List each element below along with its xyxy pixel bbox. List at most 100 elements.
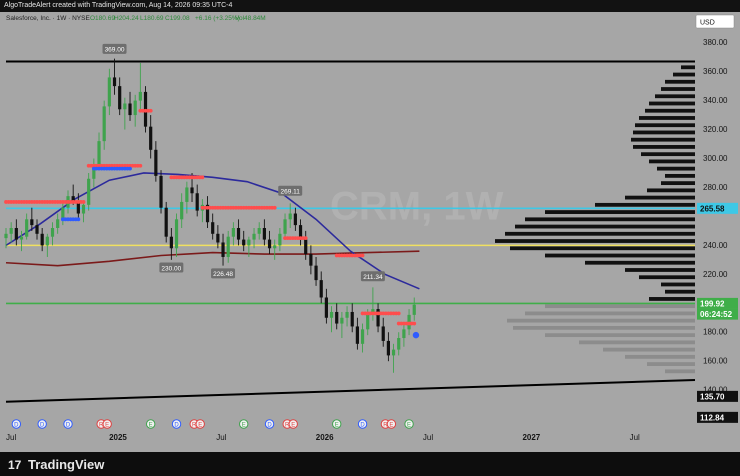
candle-body bbox=[50, 228, 55, 237]
signal-dot-blue bbox=[76, 217, 81, 222]
candle-body bbox=[319, 280, 323, 298]
candle bbox=[164, 201, 168, 243]
price-callout: 230.00 bbox=[159, 262, 184, 273]
candle-body bbox=[366, 314, 370, 330]
event-letter: D bbox=[174, 423, 179, 429]
candle-body bbox=[56, 219, 60, 228]
price-callout: 269.11 bbox=[278, 185, 303, 196]
x-tick-label: 2027 bbox=[522, 433, 540, 442]
candle-body bbox=[236, 228, 241, 240]
volume-readout: Vol48.84M bbox=[235, 15, 266, 22]
event-icon[interactable]: RE bbox=[96, 419, 112, 429]
volume-profile-bar bbox=[649, 159, 695, 164]
volume-profile-bar bbox=[635, 123, 695, 128]
candle-body bbox=[345, 311, 349, 318]
event-icon[interactable]: D bbox=[264, 419, 275, 429]
volume-profile-bar bbox=[639, 275, 695, 280]
candle-body bbox=[102, 106, 106, 142]
candle-body bbox=[304, 239, 308, 255]
chart-svg[interactable]: 380.00 360.00 340.00 320.00 300.00 280.00 240.… bbox=[0, 12, 740, 452]
event-icon[interactable]: E bbox=[404, 419, 414, 429]
candle-body bbox=[30, 219, 34, 226]
candle-body bbox=[81, 204, 86, 214]
volume-profile-bar bbox=[625, 195, 695, 200]
axis-price-label: 199.92 bbox=[697, 297, 738, 309]
time-axis-bg[interactable] bbox=[0, 428, 695, 452]
candle-body bbox=[355, 326, 359, 344]
tradingview-brand: TradingView bbox=[28, 457, 105, 472]
event-letter: E bbox=[335, 423, 339, 429]
y-tick-label: 380.00 bbox=[703, 38, 728, 47]
event-icon[interactable]: RE bbox=[380, 419, 397, 429]
volume-profile-bar bbox=[665, 369, 695, 374]
ohlc-open: O180.69 bbox=[90, 15, 115, 22]
price-callout: 226.48 bbox=[211, 268, 236, 279]
candle-body bbox=[324, 297, 328, 318]
volume-profile-bar bbox=[545, 304, 695, 309]
y-tick-label: 300.00 bbox=[703, 154, 728, 163]
x-tick-label: Jul bbox=[630, 433, 640, 442]
candle-body bbox=[107, 77, 111, 107]
volume-profile-bar bbox=[625, 354, 695, 359]
volume-profile-bar bbox=[661, 87, 695, 91]
candle-body bbox=[288, 213, 292, 220]
event-letter: D bbox=[14, 423, 19, 429]
volume-profile-bar bbox=[633, 145, 695, 149]
time-axis: Jul 2025 Jul 2026 Jul 2027 Jul bbox=[0, 428, 695, 452]
volume-profile-bar bbox=[603, 347, 695, 352]
price-callout-text: 211.34 bbox=[363, 274, 383, 281]
candle-body bbox=[128, 103, 132, 116]
candle-body bbox=[19, 236, 24, 240]
axis-price-label: 135.70 bbox=[697, 390, 738, 402]
candle-body bbox=[9, 228, 13, 234]
candle-body bbox=[350, 311, 354, 327]
y-tick-label: 220.00 bbox=[703, 270, 728, 279]
volume-profile-bar bbox=[649, 297, 695, 301]
event-letter: D bbox=[360, 423, 365, 429]
y-tick-label: 320.00 bbox=[703, 125, 728, 134]
tradingview-logo-icon: 17 bbox=[8, 458, 22, 472]
event-letter: D bbox=[66, 423, 71, 429]
candle-body bbox=[25, 219, 29, 237]
volume-profile-bar bbox=[639, 116, 695, 120]
event-icon[interactable]: E bbox=[239, 419, 249, 429]
price-chart[interactable]: 380.00 360.00 340.00 320.00 300.00 280.00 240.… bbox=[0, 12, 740, 452]
event-icon[interactable]: D bbox=[171, 419, 182, 429]
event-icon[interactable]: D bbox=[357, 419, 368, 429]
candle-body bbox=[211, 222, 215, 234]
event-letter: E bbox=[407, 423, 411, 429]
candle-body bbox=[397, 338, 401, 350]
volume-profile-bar bbox=[545, 210, 695, 214]
event-icon[interactable]: D bbox=[11, 419, 22, 429]
currency-label[interactable]: USD bbox=[700, 20, 715, 27]
currency-button[interactable]: USD bbox=[695, 14, 735, 29]
event-icon[interactable]: RE bbox=[282, 419, 298, 429]
candle-body bbox=[293, 213, 297, 226]
candle-body bbox=[252, 233, 256, 240]
volume-profile-bar bbox=[631, 137, 695, 142]
volume-profile-bar bbox=[661, 181, 695, 186]
volume-profile-bar bbox=[655, 94, 695, 99]
volume-profile-bar bbox=[633, 130, 695, 135]
event-icon[interactable]: E bbox=[145, 419, 156, 429]
candle-body bbox=[340, 317, 344, 324]
signal-dot-red bbox=[396, 311, 401, 316]
y-tick-label: 240.00 bbox=[703, 241, 728, 250]
y-tick-label: 360.00 bbox=[703, 67, 728, 76]
signal-dot-red bbox=[200, 175, 205, 180]
event-icon[interactable]: D bbox=[37, 419, 47, 429]
volume-profile-bar bbox=[505, 231, 695, 236]
event-icon[interactable]: E bbox=[332, 419, 342, 429]
candle-body bbox=[309, 254, 313, 266]
candle-body bbox=[221, 242, 225, 257]
event-icon[interactable]: D bbox=[63, 419, 73, 429]
volume-profile-bar bbox=[647, 188, 695, 193]
candle-body bbox=[391, 349, 396, 356]
event-icon[interactable]: RE bbox=[189, 419, 205, 429]
volume-profile-bar bbox=[673, 72, 695, 77]
axis-price-label-text: 112.84 bbox=[700, 413, 725, 422]
attribution-text: AlgoTradeAlert created with TradingView.… bbox=[4, 2, 233, 9]
axis-price-label-text: 135.70 bbox=[700, 392, 725, 401]
signal-dot-red bbox=[148, 108, 153, 113]
volume-profile-bar bbox=[579, 340, 695, 345]
